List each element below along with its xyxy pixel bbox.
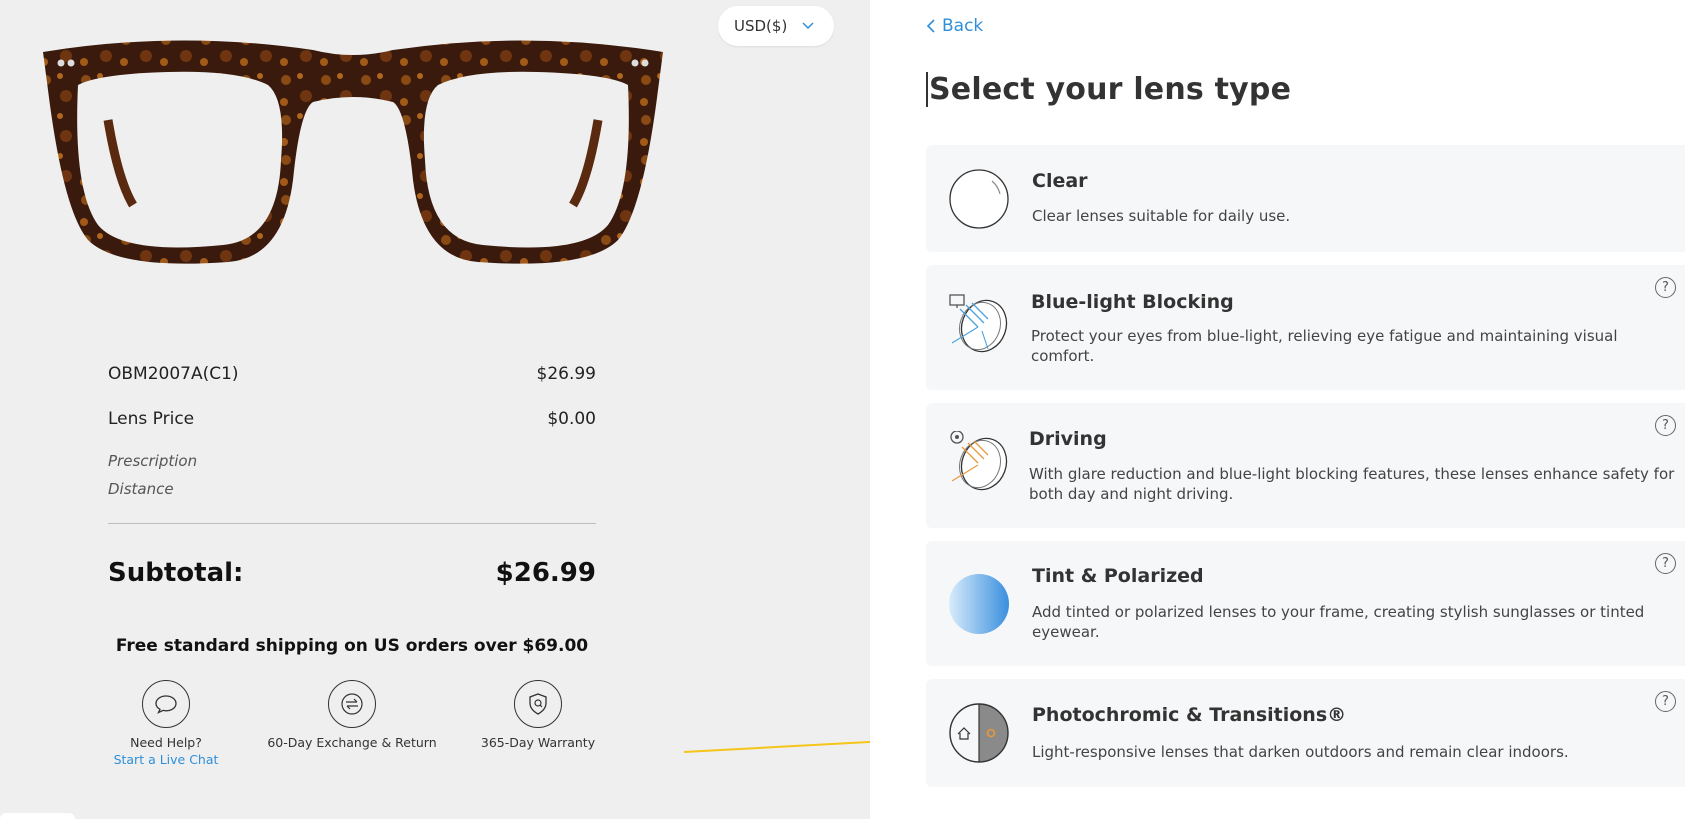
- subtotal-row: Subtotal: $26.99: [108, 558, 596, 588]
- frame-price: $26.99: [536, 364, 596, 384]
- driving-lens-icon: [950, 431, 1008, 491]
- lens-option-driving[interactable]: Driving With glare reduction and blue-li…: [926, 403, 1685, 528]
- lens-price-label: Lens Price: [108, 409, 195, 429]
- shipping-notice: Free standard shipping on US orders over…: [115, 636, 589, 656]
- lens-option-desc: Add tinted or polarized lenses to your f…: [1032, 603, 1645, 641]
- currency-label: USD($): [734, 17, 788, 35]
- lens-option-name: Blue-light Blocking: [1031, 291, 1234, 313]
- back-label: Back: [942, 16, 984, 36]
- frame-name: OBM2007A(C1): [108, 364, 239, 384]
- lens-option-tint-polarized[interactable]: Tint & Polarized Add tinted or polarized…: [926, 541, 1685, 666]
- need-help-label: Need Help?: [130, 735, 202, 750]
- need-help-feature: Need Help? Start a Live Chat: [81, 680, 251, 768]
- help-icon[interactable]: ?: [1655, 691, 1676, 712]
- clear-lens-icon: [949, 169, 1009, 229]
- lens-selection-panel: Back Select your lens type Clear Clear l…: [870, 0, 1685, 819]
- back-button[interactable]: Back: [926, 16, 983, 36]
- chat-widget-edge[interactable]: [0, 813, 75, 819]
- help-icon[interactable]: ?: [1655, 277, 1676, 298]
- exchange-label: 60-Day Exchange & Return: [267, 735, 437, 750]
- lens-option-desc: Light-responsive lenses that darken outd…: [1032, 743, 1569, 761]
- warranty-label: 365-Day Warranty: [480, 735, 596, 750]
- exchange-icon: [341, 693, 363, 715]
- subtotal-value: $26.99: [495, 558, 596, 588]
- photochromic-lens-icon: [949, 703, 1009, 763]
- page-title: Select your lens type: [926, 72, 1291, 107]
- warranty-feature: 365-Day Warranty: [453, 680, 623, 751]
- lens-option-desc: With glare reduction and blue-light bloc…: [1029, 465, 1675, 503]
- divider: [108, 523, 596, 524]
- lens-option-photochromic[interactable]: Photochromic & Transitions® Light-respon…: [926, 679, 1685, 787]
- prescription-label: Prescription: [108, 452, 198, 470]
- tint-lens-icon: [949, 574, 1009, 634]
- lens-option-name: Photochromic & Transitions®: [1032, 704, 1347, 726]
- distance-label: Distance: [108, 480, 174, 498]
- live-chat-link[interactable]: Start a Live Chat: [114, 752, 219, 767]
- blue-light-lens-icon: [949, 294, 1008, 353]
- help-icon[interactable]: ?: [1655, 415, 1676, 436]
- lens-option-clear[interactable]: Clear Clear lenses suitable for daily us…: [926, 145, 1685, 252]
- frame-price-row: OBM2007A(C1) $26.99: [108, 364, 596, 384]
- product-image: [43, 40, 663, 264]
- order-summary-panel: USD($) OBM2007A(C1) $26.99 Lens Price $0…: [0, 0, 927, 819]
- lens-option-blue-light[interactable]: Blue-light Blocking Protect your eyes fr…: [926, 265, 1685, 390]
- lens-option-name: Clear: [1032, 170, 1088, 192]
- lens-price: $0.00: [547, 409, 596, 429]
- lens-option-desc: Protect your eyes from blue-light, relie…: [1031, 327, 1618, 365]
- lens-option-desc: Clear lenses suitable for daily use.: [1032, 207, 1291, 225]
- chevron-left-icon: [926, 19, 935, 33]
- lens-price-row: Lens Price $0.00: [108, 409, 596, 429]
- chevron-down-icon: [802, 22, 814, 30]
- exchange-feature: 60-Day Exchange & Return: [267, 680, 437, 751]
- currency-selector[interactable]: USD($): [718, 6, 834, 46]
- chat-icon: [142, 680, 190, 728]
- lens-option-name: Driving: [1029, 428, 1107, 450]
- subtotal-label: Subtotal:: [108, 558, 244, 588]
- warranty-shield-icon: [529, 693, 547, 715]
- lens-option-name: Tint & Polarized: [1032, 565, 1204, 587]
- help-icon[interactable]: ?: [1655, 553, 1676, 574]
